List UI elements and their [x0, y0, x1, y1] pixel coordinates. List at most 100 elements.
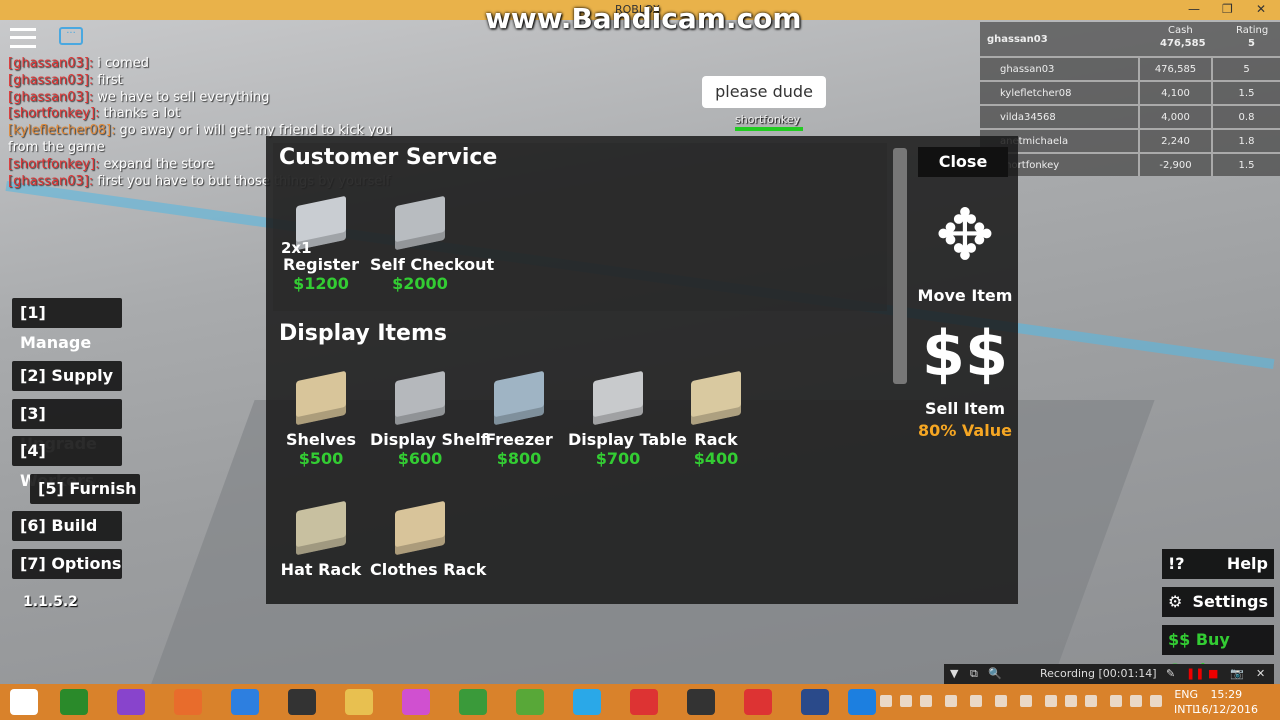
item-thumbnail	[387, 193, 453, 253]
bandicam-icon[interactable]	[687, 689, 715, 715]
pencil-icon[interactable]: ✎	[1166, 664, 1175, 684]
chat-message: [ghassan03]: i comed	[8, 56, 398, 73]
tray-icon[interactable]	[900, 695, 912, 707]
menu-button-options[interactable]: [7] Options	[12, 549, 122, 579]
buy-cash-label: $$ Buy Cash	[1168, 630, 1230, 679]
sell-value: 80% Value	[918, 421, 1012, 440]
hamburger-menu-icon[interactable]	[10, 28, 36, 48]
player-rating: 1.5	[1238, 87, 1255, 99]
pause-icon[interactable]: ❚❚	[1186, 664, 1204, 684]
item-name: Self Checkout	[370, 255, 495, 274]
stop-icon[interactable]: ■	[1208, 664, 1218, 684]
dropbox-icon[interactable]	[231, 689, 259, 715]
tray-icon[interactable]	[945, 695, 957, 707]
itunes-icon[interactable]	[402, 689, 430, 715]
chrome-icon[interactable]	[459, 689, 487, 715]
menu-button-build[interactable]: [6] Build	[12, 511, 122, 541]
shop-list[interactable]: Customer Service Display Items 2x1 Regist…	[273, 143, 887, 598]
chat-sender: [ghassan03]:	[8, 89, 94, 105]
menu-button-upgrade[interactable]: [3] Upgrade	[12, 399, 122, 453]
help-label: Help	[1226, 554, 1268, 573]
help-icon[interactable]	[848, 689, 876, 715]
camera-icon[interactable]: 📷	[1230, 664, 1244, 684]
system-clock[interactable]: 15:29 16/12/2016	[1195, 687, 1258, 717]
shop-item-register[interactable]: 2x1 Register $1200	[273, 193, 371, 293]
item-price: $700	[595, 449, 641, 468]
tray-icon[interactable]	[880, 695, 892, 707]
leaderboard-row[interactable]: ghassan03 476,585 5	[980, 56, 1280, 80]
search-icon[interactable]: 🔍	[988, 664, 1002, 684]
shop-item-display-table[interactable]: Display Table $700	[568, 368, 687, 468]
clock-date: 16/12/2016	[1194, 703, 1258, 716]
dropdown-icon[interactable]: ▼	[950, 664, 958, 684]
tray-icon[interactable]	[1020, 695, 1032, 707]
chat-text: expand the store	[103, 156, 215, 172]
tray-icon[interactable]	[995, 695, 1007, 707]
item-name: Freezer	[485, 430, 553, 449]
rating-header: Rating	[1236, 25, 1269, 36]
window-icon[interactable]: ⧉	[970, 664, 978, 684]
shop-item-shelves[interactable]: Shelves $500	[273, 368, 371, 468]
leaderboard-row[interactable]: vilda34568 4,000 0.8	[980, 104, 1280, 128]
chat-sender: [shortfonkey]:	[8, 106, 100, 122]
tray-icon[interactable]	[1110, 695, 1122, 707]
tray-icon[interactable]	[920, 695, 932, 707]
health-bar	[735, 127, 803, 131]
help-icon: !?	[1168, 554, 1185, 573]
shop-item-clothes-rack[interactable]: Clothes Rack	[370, 498, 486, 579]
shop-item-hat-rack[interactable]: Hat Rack	[273, 498, 371, 579]
menu-button-furnish[interactable]: [5] Furnish	[30, 474, 140, 504]
item-thumbnail	[288, 368, 354, 428]
roblox-icon[interactable]	[630, 689, 658, 715]
skype-icon[interactable]	[573, 689, 601, 715]
bandicam-recording-bar: ▼ ⧉ 🔍 Recording [00:01:14] ✎ ❚❚ ■ 📷 ✕	[944, 664, 1274, 684]
minimize-button[interactable]: —	[1188, 2, 1200, 16]
tray-icon[interactable]	[1085, 695, 1097, 707]
shop-item-display-shelf[interactable]: Display Shelf $600	[370, 368, 488, 468]
local-player-name: ghassan03	[987, 34, 1048, 45]
utorrent-icon[interactable]	[516, 689, 544, 715]
help-button[interactable]: !? Help	[1162, 549, 1274, 579]
player-cash: -2,900	[1140, 154, 1213, 176]
file-explorer-icon[interactable]	[345, 689, 373, 715]
close-window-button[interactable]: ✕	[1256, 2, 1266, 16]
cash-header: Cash	[1168, 25, 1193, 36]
chat-icon[interactable]: ···	[59, 27, 83, 45]
restore-button[interactable]: ❐	[1222, 2, 1233, 16]
item-thumbnail	[387, 498, 453, 558]
shop-item-rack[interactable]: Rack $400	[666, 368, 766, 468]
steam-icon[interactable]	[288, 689, 316, 715]
menu-button-workers[interactable]: [4] Workers	[12, 436, 122, 490]
tray-icon[interactable]	[1045, 695, 1057, 707]
shop-item-self-checkout[interactable]: Self Checkout $2000	[370, 193, 495, 293]
buy-cash-button[interactable]: $$ Buy Cash	[1162, 625, 1274, 679]
tray-icon[interactable]	[1065, 695, 1077, 707]
apps-icon[interactable]	[174, 689, 202, 715]
close-button[interactable]: Close	[918, 147, 1008, 177]
leaderboard-row[interactable]: shortfonkey -2,900 1.5	[980, 152, 1280, 176]
roblox-studio-icon[interactable]	[744, 689, 772, 715]
close-icon[interactable]: ✕	[1256, 664, 1265, 684]
tray-icon[interactable]	[1130, 695, 1142, 707]
start-icon[interactable]	[10, 689, 38, 715]
menu-button-supply[interactable]: [2] Supply	[12, 361, 122, 391]
shop-item-freezer[interactable]: Freezer $800	[469, 368, 569, 468]
leaderboard-row[interactable]: anetmichaela 2,240 1.8	[980, 128, 1280, 152]
store-icon[interactable]	[60, 689, 88, 715]
tray-icon[interactable]	[1150, 695, 1162, 707]
settings-button[interactable]: ⚙ Settings	[1162, 587, 1274, 617]
move-arrows-icon: ✥	[935, 194, 995, 276]
player-cash: 476,585	[1140, 58, 1213, 80]
leaderboard-row[interactable]: kylefletcher08 4,100 1.5	[980, 80, 1280, 104]
chat-text: we have to sell everything	[97, 89, 270, 105]
size-tag: 2x1	[281, 239, 312, 257]
menu-button-manage[interactable]: [1] Manage	[12, 298, 122, 352]
recording-status: Recording [00:01:14]	[1040, 667, 1157, 680]
leaderboard: ghassan03 Cash 476,585 Rating 5 ghassan0…	[980, 22, 1280, 176]
eclipse-icon[interactable]	[801, 689, 829, 715]
chat-sender: [ghassan03]:	[8, 56, 94, 71]
chat-sender: [ghassan03]:	[8, 72, 94, 88]
item-price: $600	[397, 449, 443, 468]
photos-icon[interactable]	[117, 689, 145, 715]
tray-icon[interactable]	[970, 695, 982, 707]
